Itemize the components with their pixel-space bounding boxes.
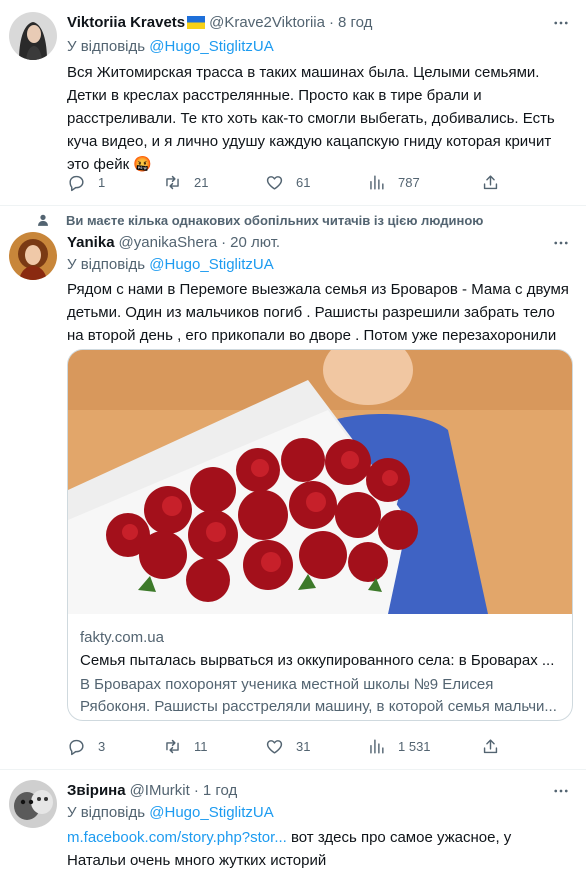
tweet-yanika[interactable]: Ви маєте кілька однакових обопільних чит…	[0, 206, 586, 768]
link-card[interactable]: fakty.com.ua Семья пыталась вырваться из…	[67, 349, 573, 721]
timestamp[interactable]: 1 год	[203, 782, 237, 799]
separator-dot: ·	[193, 781, 199, 799]
card-title: Семья пыталась вырваться из оккупированн…	[80, 652, 555, 669]
separator-dot: ·	[221, 233, 227, 251]
social-context: Ви маєте кілька однакових обопільних чит…	[36, 211, 483, 229]
social-context-text: Ви маєте кілька однакових обопільних чит…	[66, 212, 484, 228]
reply-to-mention[interactable]: @Hugo_StiglitzUA	[149, 256, 273, 273]
separator-dot: ·	[328, 13, 334, 31]
retweet-count: 11	[194, 738, 208, 754]
reply-count: 3	[98, 738, 106, 754]
retweet-button[interactable]: 21	[163, 173, 265, 192]
views-icon	[370, 174, 384, 190]
tweet-link[interactable]: m.facebook.com/story.php?stor...	[67, 829, 287, 846]
tweet-header: Viktoriia Kravets @Krave2Viktoriia · 8 г…	[67, 12, 372, 32]
reply-to: У відповідь @Hugo_StiglitzUA	[67, 38, 274, 55]
person-icon	[38, 214, 48, 226]
retweet-icon	[166, 175, 179, 189]
tweet-header: Yanika @yanikaShera · 20 лют.	[67, 232, 280, 252]
tweet-text: Рядом с нами в Перемоге выезжала семья и…	[67, 281, 569, 344]
like-count: 31	[296, 738, 311, 754]
display-name[interactable]: Viktoriia Kravets	[67, 14, 185, 31]
share-icon	[483, 174, 498, 189]
display-name[interactable]: Yanika	[67, 234, 115, 251]
reply-to: У відповідь @Hugo_StiglitzUA	[67, 256, 274, 273]
more-icon[interactable]	[551, 781, 571, 801]
tweet-text: m.facebook.com/story.php?stor... вот зде…	[67, 826, 573, 872]
reply-to-prefix: У відповідь	[67, 38, 146, 55]
retweet-icon	[166, 739, 179, 753]
views-icon	[370, 738, 384, 754]
views-count: 1 531	[398, 738, 431, 754]
reply-button[interactable]: 3	[67, 737, 163, 756]
card-description: В Броварах похоронят ученика местной шко…	[80, 676, 557, 715]
reply-icon	[69, 739, 84, 755]
tweet-actions: 3 11 31 1 531	[67, 735, 507, 757]
timestamp[interactable]: 8 год	[338, 14, 372, 31]
heart-icon	[266, 739, 283, 754]
display-name[interactable]: Звірина	[67, 782, 126, 799]
user-handle[interactable]: @yanikaShera	[119, 234, 218, 251]
avatar[interactable]	[9, 232, 57, 280]
retweet-button[interactable]: 11	[163, 737, 265, 756]
tweet-header: Звірина @IMurkit · 1 год	[67, 780, 237, 800]
avatar[interactable]	[9, 780, 57, 828]
share-icon	[483, 738, 498, 753]
reply-button[interactable]: 1	[67, 173, 163, 192]
user-handle[interactable]: @IMurkit	[130, 782, 190, 799]
user-handle[interactable]: @Krave2Viktoriia	[209, 14, 325, 31]
card-domain: fakty.com.ua	[80, 629, 164, 646]
ukraine-flag-icon	[187, 15, 206, 29]
views-count: 787	[398, 174, 420, 190]
like-button[interactable]: 61	[265, 173, 367, 192]
tweet-actions: 1 21 61 787	[67, 171, 507, 193]
like-count: 61	[296, 174, 311, 190]
like-button[interactable]: 31	[265, 737, 367, 756]
share-button[interactable]	[481, 737, 500, 756]
timestamp[interactable]: 20 лют.	[230, 234, 280, 251]
reply-to-mention[interactable]: @Hugo_StiglitzUA	[149, 38, 273, 55]
tweet-text: Вся Житомирская трасса в таких машинах б…	[67, 64, 555, 173]
reply-to-mention[interactable]: @Hugo_StiglitzUA	[149, 804, 273, 821]
reply-to: У відповідь @Hugo_StiglitzUA	[67, 804, 274, 821]
card-image	[68, 350, 572, 614]
views-button[interactable]: 787	[367, 173, 481, 192]
reply-icon	[69, 175, 84, 191]
heart-icon	[266, 175, 283, 190]
more-icon[interactable]	[551, 233, 571, 253]
retweet-count: 21	[194, 174, 209, 190]
views-button[interactable]: 1 531	[367, 737, 481, 756]
share-button[interactable]	[481, 173, 500, 192]
avatar[interactable]	[9, 12, 57, 60]
tweet-zvirina[interactable]: Звірина @IMurkit · 1 год У відповідь @Hu…	[0, 770, 586, 875]
tweet-viktoriia[interactable]: Viktoriia Kravets @Krave2Viktoriia · 8 г…	[0, 0, 586, 204]
reply-to-prefix: У відповідь	[67, 804, 146, 821]
reply-to-prefix: У відповідь	[67, 256, 146, 273]
reply-count: 1	[98, 174, 106, 190]
more-icon[interactable]	[551, 13, 571, 33]
